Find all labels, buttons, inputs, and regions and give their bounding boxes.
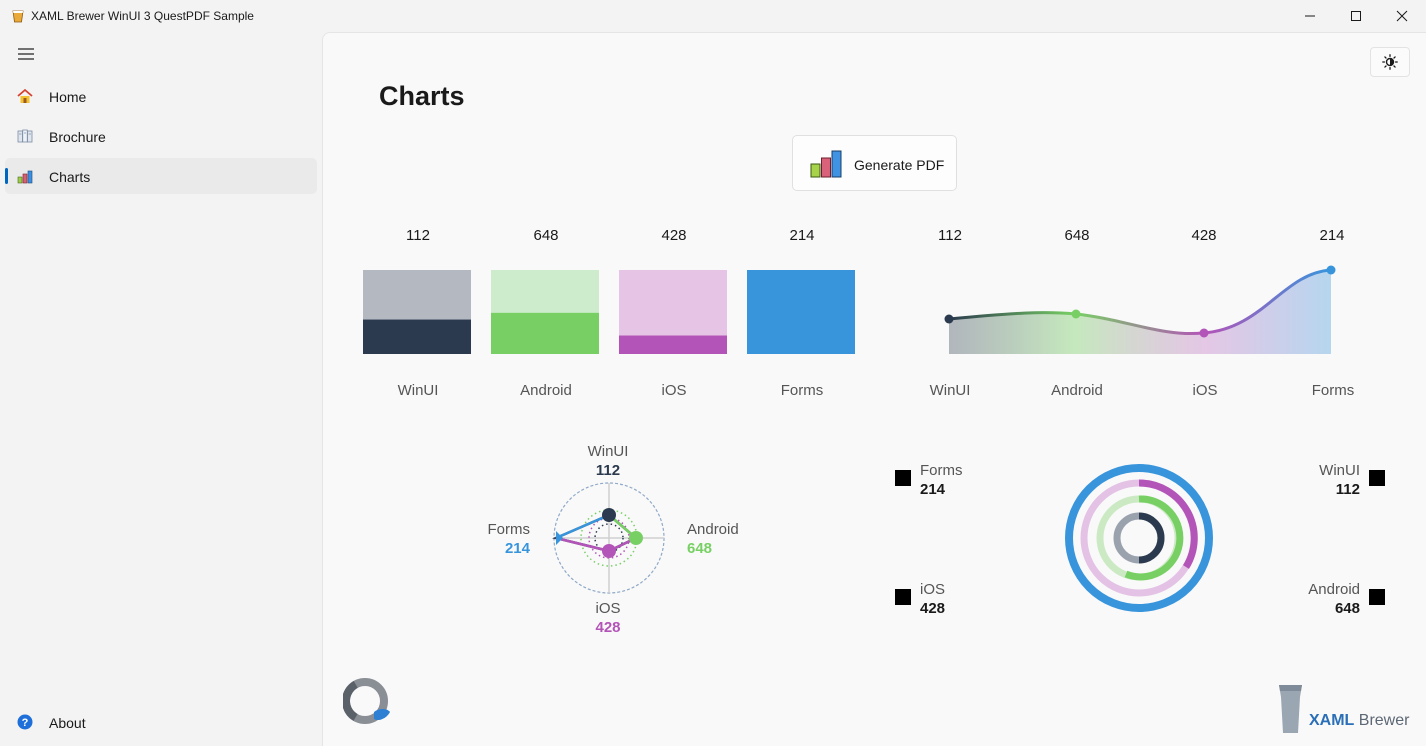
bar-winui: [363, 319, 471, 354]
maximize-button[interactable]: [1333, 0, 1379, 32]
nav-label-about: About: [49, 715, 86, 731]
area-fill: [949, 270, 1331, 354]
area-chart: 112 648 428 214 WinUI Android iOS Forms: [930, 227, 1355, 399]
legend-value-forms: 214: [920, 481, 946, 498]
nav-item-about[interactable]: ? About: [5, 704, 317, 740]
radial-ring-forms: [1065, 464, 1213, 612]
brand-xaml: XAML: [1309, 712, 1355, 729]
bar-value-label-forms: 214: [789, 227, 814, 244]
bar-chart-icon: [17, 170, 33, 184]
radar-point-ios: [602, 544, 616, 558]
bar-chart: 112 648 428 214 WinUI Android iOS Forms: [363, 227, 855, 399]
bar-category-ios: iOS: [661, 382, 686, 399]
legend-category-android: Android: [1308, 581, 1360, 598]
content-frame: Charts Generate PDF 112 648 428 214 WinU…: [322, 32, 1426, 746]
area-value-label-ios: 428: [1191, 227, 1216, 244]
radial-ring-ios: [1138, 479, 1198, 569]
window-title: XAML Brewer WinUI 3 QuestPDF Sample: [31, 9, 254, 23]
radar-category-forms: Forms: [488, 521, 531, 538]
area-category-ios: iOS: [1192, 382, 1217, 399]
close-button[interactable]: [1379, 0, 1425, 32]
minimize-button[interactable]: [1287, 0, 1333, 32]
nav-label-home: Home: [49, 89, 87, 105]
brand-brewer: Brewer: [1354, 712, 1410, 729]
area-point-winui: [944, 314, 954, 324]
selection-indicator: [5, 168, 8, 184]
legend-category-winui: WinUI: [1319, 462, 1360, 479]
radial-ring-winui: [1138, 512, 1165, 564]
bar-value-label-winui: 112: [406, 227, 430, 244]
bar-category-winui: WinUI: [398, 382, 439, 399]
area-category-forms: Forms: [1312, 382, 1355, 399]
close-icon: [1396, 10, 1408, 22]
navigation-pane: Home Brochure Charts ? About: [0, 32, 322, 746]
radial-ring-android: [1124, 495, 1184, 581]
area-point-ios: [1199, 328, 1209, 338]
legend-category-ios: iOS: [920, 581, 945, 598]
maximize-icon: [1351, 11, 1361, 21]
bar-android: [491, 312, 599, 354]
area-category-winui: WinUI: [930, 382, 971, 399]
legend-value-ios: 428: [920, 600, 945, 617]
legend-value-android: 648: [1335, 600, 1360, 617]
bar-category-forms: Forms: [781, 382, 824, 399]
area-category-android: Android: [1051, 382, 1103, 399]
nav-item-home[interactable]: Home: [5, 78, 317, 114]
nav-item-brochure[interactable]: Brochure: [5, 118, 317, 154]
radar-line-forms: [555, 513, 610, 540]
xaml-brewer-logo: XAML Brewer: [1279, 685, 1410, 733]
svg-text:XAML Brewer: XAML Brewer: [1309, 712, 1410, 729]
radar-value-forms: 214: [505, 540, 531, 557]
radar-chart: WinUI 112 Android 648 iOS 428 Forms 214: [488, 443, 739, 636]
charts-canvas: 112 648 428 214 WinUI Android iOS Forms …: [363, 227, 1385, 636]
legend-value-winui: 112: [1336, 481, 1360, 498]
radar-category-ios: iOS: [595, 600, 620, 617]
area-point-forms: [1326, 265, 1336, 275]
legend-category-forms: Forms: [920, 462, 963, 479]
nav-item-charts[interactable]: Charts: [5, 158, 317, 194]
title-bar: XAML Brewer WinUI 3 QuestPDF Sample: [0, 0, 1426, 32]
bar-marks: [363, 270, 855, 354]
bar-value-label-android: 648: [533, 227, 558, 244]
bar-forms: [747, 270, 855, 354]
radar-category-winui: WinUI: [588, 443, 629, 460]
bar-category-android: Android: [520, 382, 572, 399]
minimize-icon: [1305, 15, 1315, 17]
legend-swatch-winui: [1369, 470, 1385, 486]
beer-glass-icon: [12, 10, 24, 23]
area-value-label-forms: 214: [1319, 227, 1344, 244]
svg-text:?: ?: [22, 717, 29, 729]
legend-swatch-ios: [895, 589, 911, 605]
radar-point-forms: [556, 531, 563, 545]
legend-swatch-forms: [895, 470, 911, 486]
area-value-label-winui: 112: [938, 227, 962, 244]
radar-category-android: Android: [687, 521, 739, 538]
house-icon: [17, 88, 33, 103]
questpdf-logo: [343, 678, 390, 724]
radial-bar-chart: Forms 214 iOS 428 WinUI 112 Android 648: [895, 462, 1385, 617]
bar-ios: [619, 335, 727, 354]
help-icon: ?: [17, 714, 33, 730]
radar-value-android: 648: [687, 540, 712, 557]
nav-label-charts: Charts: [49, 169, 91, 185]
brochure-icon: [17, 129, 33, 143]
radar-point-winui: [602, 508, 616, 522]
radar-value-winui: 112: [596, 462, 620, 479]
area-value-label-android: 648: [1064, 227, 1089, 244]
radar-value-ios: 428: [595, 619, 620, 636]
radar-point-android: [629, 531, 643, 545]
hamburger-icon: [18, 48, 34, 60]
legend-swatch-android: [1369, 589, 1385, 605]
bar-value-label-ios: 428: [661, 227, 686, 244]
nav-label-brochure: Brochure: [49, 129, 106, 145]
area-point-android: [1071, 309, 1081, 319]
menu-toggle-button[interactable]: [8, 38, 44, 70]
